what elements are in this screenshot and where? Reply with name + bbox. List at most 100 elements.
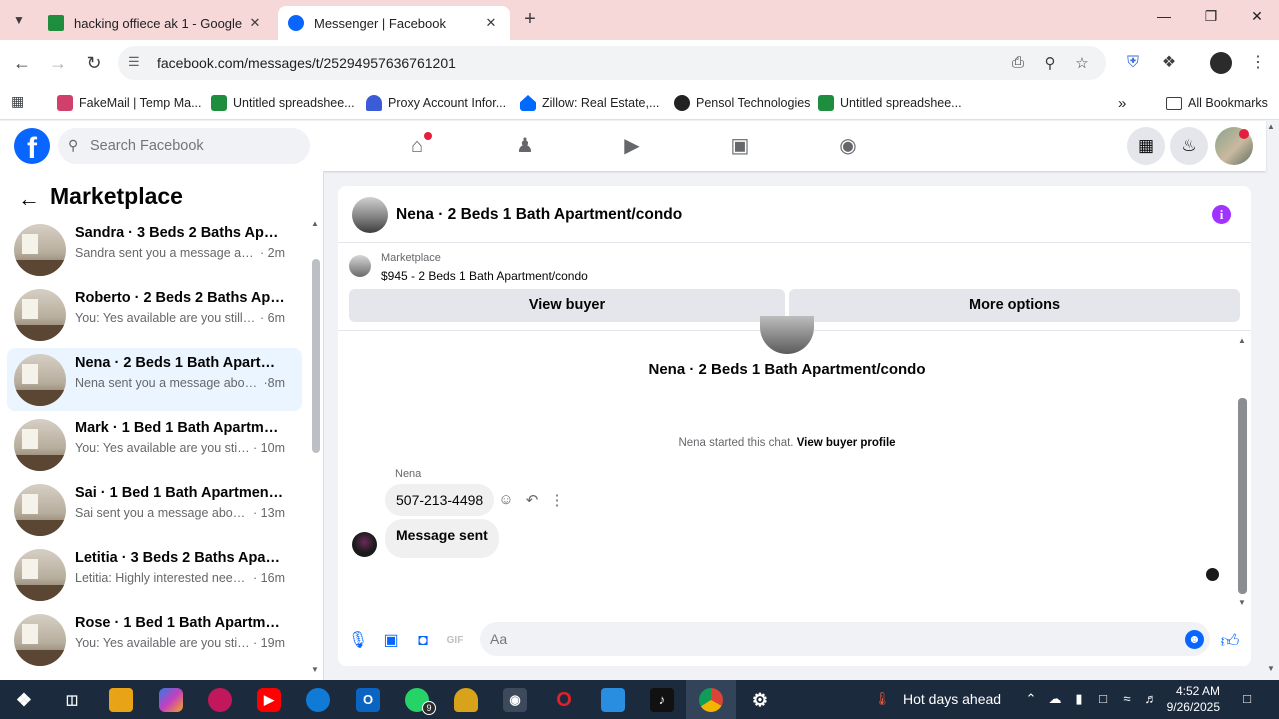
message-input[interactable] bbox=[490, 622, 1170, 656]
conversation-item[interactable]: Nena · 2 Beds 1 Bath Apartment... Nena se… bbox=[7, 348, 302, 411]
bookmark-zillow[interactable]: Zillow: Real Estate,... bbox=[520, 92, 659, 114]
store-icon[interactable] bbox=[601, 688, 625, 712]
marketplace-icon[interactable]: ▣ bbox=[727, 133, 753, 159]
tiktok-icon[interactable]: ♪ bbox=[650, 688, 674, 712]
message-bubble[interactable]: Message sent bbox=[385, 519, 499, 558]
app-icon[interactable]: ◉ bbox=[503, 688, 527, 712]
photo-icon[interactable]: ▣ bbox=[380, 630, 402, 652]
react-emoji-icon[interactable]: ☺ bbox=[497, 491, 515, 508]
back-arrow-icon[interactable]: ← bbox=[18, 186, 40, 212]
listing-thumbnail[interactable] bbox=[349, 255, 371, 277]
outlook-icon[interactable]: O bbox=[356, 688, 380, 712]
conversation-item[interactable]: Sai · 1 Bed 1 Bath Apartment/co... Sai se… bbox=[7, 478, 302, 541]
search-input[interactable] bbox=[90, 128, 300, 164]
chrome-menu-icon[interactable]: ⋮ bbox=[1247, 52, 1269, 74]
info-icon[interactable]: i bbox=[1212, 205, 1231, 224]
reload-icon[interactable]: ↻ bbox=[82, 51, 106, 75]
scroll-up-icon[interactable]: ▲ bbox=[311, 219, 319, 228]
message-input-box[interactable] bbox=[480, 622, 1210, 656]
restore-icon[interactable]: ❐ bbox=[1196, 8, 1226, 25]
task-view-icon[interactable]: ◫ bbox=[60, 688, 84, 712]
chrome-icon[interactable] bbox=[699, 688, 723, 712]
more-options-button[interactable]: More options bbox=[789, 289, 1240, 322]
tab-messenger[interactable]: Messenger | Facebook ✕ bbox=[278, 6, 510, 40]
extensions-icon[interactable]: ❖ bbox=[1158, 52, 1180, 74]
zoom-icon[interactable]: ⚲ bbox=[1040, 54, 1060, 72]
sender-avatar[interactable] bbox=[352, 532, 377, 557]
device-icon[interactable]: □ bbox=[1093, 691, 1113, 706]
forward-icon[interactable]: → bbox=[46, 51, 70, 75]
onedrive-icon[interactable]: ☁ bbox=[1045, 691, 1065, 707]
sticker-icon[interactable]: ◘ bbox=[412, 630, 434, 652]
apps-grid-icon[interactable]: ▦ bbox=[11, 93, 24, 110]
bookmark-proxy-account[interactable]: Proxy Account Infor... bbox=[366, 92, 506, 114]
new-tab-icon[interactable]: + bbox=[518, 8, 542, 31]
scroll-down-icon[interactable]: ▼ bbox=[1238, 598, 1246, 607]
friends-icon[interactable]: ♟ bbox=[512, 133, 538, 159]
video-icon[interactable]: ▶ bbox=[619, 133, 645, 159]
back-icon[interactable]: ← bbox=[10, 51, 34, 75]
conversation-item[interactable]: Sandra · 3 Beds 2 Baths Apartm... Sandra … bbox=[7, 218, 302, 281]
address-bar[interactable]: ☰ facebook.com/messages/t/25294957636761… bbox=[118, 46, 1106, 80]
windows-start-icon[interactable]: ❖ bbox=[12, 688, 36, 712]
bookmark-spreadsheet-2[interactable]: Untitled spreadshee... bbox=[818, 92, 962, 114]
gif-icon[interactable]: GIF bbox=[444, 630, 466, 652]
message-bubble[interactable]: 507-213-4498 bbox=[385, 484, 495, 516]
listing-avatar[interactable] bbox=[352, 197, 388, 233]
tab-close-icon[interactable]: ✕ bbox=[246, 15, 264, 31]
tab-close-icon[interactable]: ✕ bbox=[482, 15, 500, 31]
facebook-search[interactable]: ⚲ bbox=[58, 128, 310, 164]
app-icon[interactable] bbox=[208, 688, 232, 712]
chat-title[interactable]: Nena · 2 Beds 1 Bath Apartment/condo bbox=[396, 206, 682, 224]
view-buyer-button[interactable]: View buyer bbox=[349, 289, 785, 322]
url-text[interactable]: facebook.com/messages/t/2529495763676120… bbox=[157, 55, 456, 71]
page-scroll-up-icon[interactable]: ▲ bbox=[1267, 122, 1275, 131]
opera-icon[interactable]: O bbox=[552, 688, 576, 712]
bookmark-fakemail[interactable]: FakeMail | Temp Ma... bbox=[57, 92, 202, 114]
copilot-icon[interactable] bbox=[159, 688, 183, 712]
weather-text[interactable]: Hot days ahead bbox=[903, 691, 1001, 707]
tab-google-sheets[interactable]: hacking offiece ak 1 - Google D ✕ bbox=[38, 6, 274, 40]
notification-center-icon[interactable]: □ bbox=[1237, 691, 1257, 706]
scroll-down-icon[interactable]: ▼ bbox=[311, 665, 319, 674]
more-bookmarks-icon[interactable]: » bbox=[1118, 92, 1126, 114]
bookmark-spreadsheet-1[interactable]: Untitled spreadshee... bbox=[211, 92, 355, 114]
conversation-item[interactable]: Mark · 1 Bed 1 Bath Apartment/... You: Ye… bbox=[7, 413, 302, 476]
notifications-bell-icon[interactable]: ♨ bbox=[1170, 127, 1208, 165]
conversation-item[interactable]: Letitia · 3 Beds 2 Baths Apartme... Letit… bbox=[7, 543, 302, 606]
youtube-icon[interactable]: ▶ bbox=[257, 688, 281, 712]
bookmark-pensol[interactable]: Pensol Technologies bbox=[674, 92, 810, 114]
listing-title[interactable]: $945 - 2 Beds 1 Bath Apartment/condo bbox=[381, 269, 588, 283]
settings-gear-icon[interactable]: ⚙ bbox=[748, 688, 772, 712]
conversation-item[interactable]: Roberto · 2 Beds 2 Baths Apart... You: Ye… bbox=[7, 283, 302, 346]
window-close-icon[interactable]: ✕ bbox=[1242, 8, 1272, 25]
volume-icon[interactable]: ♬ bbox=[1141, 691, 1161, 706]
battery-icon[interactable]: ▮ bbox=[1069, 691, 1089, 707]
groups-icon[interactable]: ◉ bbox=[835, 133, 861, 159]
menu-grid-icon[interactable]: ▦ bbox=[1127, 127, 1165, 165]
chrome-profile-avatar[interactable] bbox=[1210, 52, 1232, 74]
conversation-item[interactable]: Rose · 1 Bed 1 Bath Apartment/c... You: Y… bbox=[7, 608, 302, 671]
minimize-icon[interactable]: — bbox=[1149, 8, 1179, 24]
bookmark-star-icon[interactable]: ☆ bbox=[1072, 54, 1092, 72]
tab-search-icon[interactable]: ▼ bbox=[8, 9, 30, 31]
install-app-icon[interactable]: ⎙ bbox=[1008, 54, 1028, 71]
microphone-icon[interactable]: 🎙︎ bbox=[347, 630, 369, 652]
edge-icon[interactable] bbox=[306, 688, 330, 712]
scroll-up-icon[interactable]: ▲ bbox=[1238, 336, 1246, 345]
like-thumb-icon[interactable]: 👍︎ bbox=[1219, 630, 1241, 652]
wifi-icon[interactable]: ≈ bbox=[1117, 691, 1137, 706]
more-actions-icon[interactable]: ⋮ bbox=[548, 491, 566, 509]
emoji-icon[interactable]: ☻ bbox=[1185, 630, 1204, 649]
file-explorer-icon[interactable] bbox=[109, 688, 133, 712]
medal-icon[interactable] bbox=[454, 688, 478, 712]
shield-extension-icon[interactable]: ⛨ bbox=[1122, 52, 1144, 74]
reply-icon[interactable]: ↶ bbox=[523, 491, 541, 509]
all-bookmarks-button[interactable]: All Bookmarks bbox=[1166, 92, 1268, 114]
tray-chevron-icon[interactable]: ⌃ bbox=[1021, 691, 1041, 707]
page-scroll-down-icon[interactable]: ▼ bbox=[1267, 664, 1275, 673]
view-buyer-profile-link[interactable]: View buyer profile bbox=[797, 437, 896, 449]
clock[interactable]: 4:52 AM 9/26/2025 bbox=[1160, 683, 1220, 715]
facebook-logo-icon[interactable]: f bbox=[14, 128, 50, 164]
site-info-icon[interactable]: ☰ bbox=[128, 54, 140, 70]
